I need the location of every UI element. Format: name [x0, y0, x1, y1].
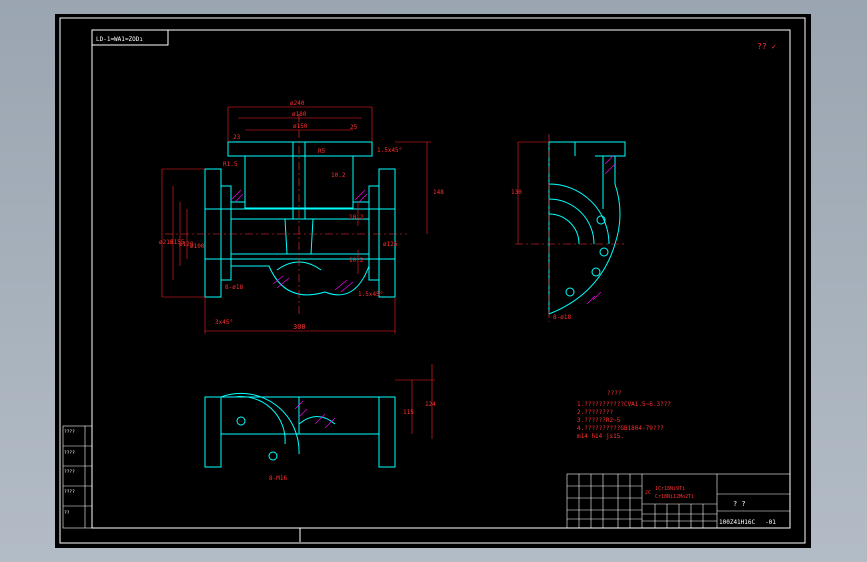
drawing-canvas[interactable]: LD-1≈WA1≈ZODı ?? ✓ ø240 ø180 ø150 R5 R1.… [55, 14, 811, 548]
dim-23: 23 [233, 134, 241, 141]
roughness-mark: ?? ✓ [757, 42, 776, 51]
dim-115: 115 [403, 409, 414, 416]
inner-frame [91, 29, 791, 529]
dim-d240: ø240 [290, 100, 305, 107]
note-2: 2.???????? [577, 409, 614, 416]
dim-d125: ø125 [383, 241, 398, 248]
note-4: 4.??????????GB1804-79??? [577, 425, 664, 432]
dim-holes1-side: 8-ø18 [553, 314, 571, 321]
left-table-cell-1: ???? [64, 429, 75, 435]
dim-148: 148 [433, 189, 444, 196]
dim-102c: 10.2 [349, 257, 364, 264]
dim-r5: R5 [318, 148, 326, 155]
note-5: m14 h14 js15. [577, 433, 624, 440]
dim-d100: ø100 [190, 243, 205, 250]
material-2: Cr18Ni12Mo2Ti [655, 494, 694, 500]
notes-heading: ???? [607, 390, 622, 397]
front-dimensions [161, 106, 431, 334]
material-prefix: 2C [645, 490, 651, 496]
front-dim-text: ø240 ø180 ø150 R5 R1.5 23 25 10.2 10.2 1… [159, 100, 444, 331]
code-box-text: LD-1≈WA1≈ZODı [96, 36, 143, 43]
dim-130: 130 [511, 189, 522, 196]
dim-300: 300 [293, 323, 306, 331]
dim-d180: ø180 [292, 111, 307, 118]
dim-124: 124 [425, 401, 436, 408]
dim-holes1-front: 8-ø18 [225, 284, 243, 291]
left-table-cell-4: ???? [64, 489, 75, 495]
dim-102b: 10.2 [349, 214, 364, 221]
left-table-cell-5: ?? [64, 510, 70, 516]
note-3: 3.??????R2~5 [577, 417, 621, 424]
note-1: 1.???????????CVA1.5~6.3??? [577, 401, 671, 408]
dim-25: 25 [350, 124, 358, 131]
side-center-lines [515, 134, 625, 322]
dim-d150: ø150 [293, 123, 308, 130]
front-center-lines [165, 114, 407, 314]
material-1: 1Cr18Ni9Ti [655, 486, 685, 492]
drawing-svg: LD-1≈WA1≈ZODı ?? ✓ ø240 ø180 ø150 R5 R1.… [59, 17, 806, 544]
side-view-hatch [586, 155, 616, 305]
drawing-number: 100Z41H16C [719, 519, 756, 526]
part-name: ? ? [733, 500, 746, 508]
dim-r15: R1.5 [223, 161, 238, 168]
left-table-cell-3: ???? [64, 469, 75, 475]
side-view [548, 141, 626, 315]
dim-chamfer1: 1.5x45° [377, 147, 402, 154]
dim-chamfer2: 1.5x45° [358, 291, 383, 298]
dim-chamfer3: 3x45° [215, 319, 233, 326]
drawing-number-suffix: -01 [765, 519, 776, 526]
dim-102a: 10.2 [331, 172, 346, 179]
dim-holes2: 8-M16 [269, 475, 287, 482]
side-dimensions [517, 141, 549, 244]
top-view-hatch [294, 400, 336, 429]
outer-frame [59, 17, 806, 544]
left-table-cell-2: ???? [64, 450, 75, 456]
top-view [204, 392, 396, 468]
title-block [566, 473, 791, 529]
technical-notes: ???? 1.???????????CVA1.5~6.3??? 2.??????… [577, 390, 671, 440]
